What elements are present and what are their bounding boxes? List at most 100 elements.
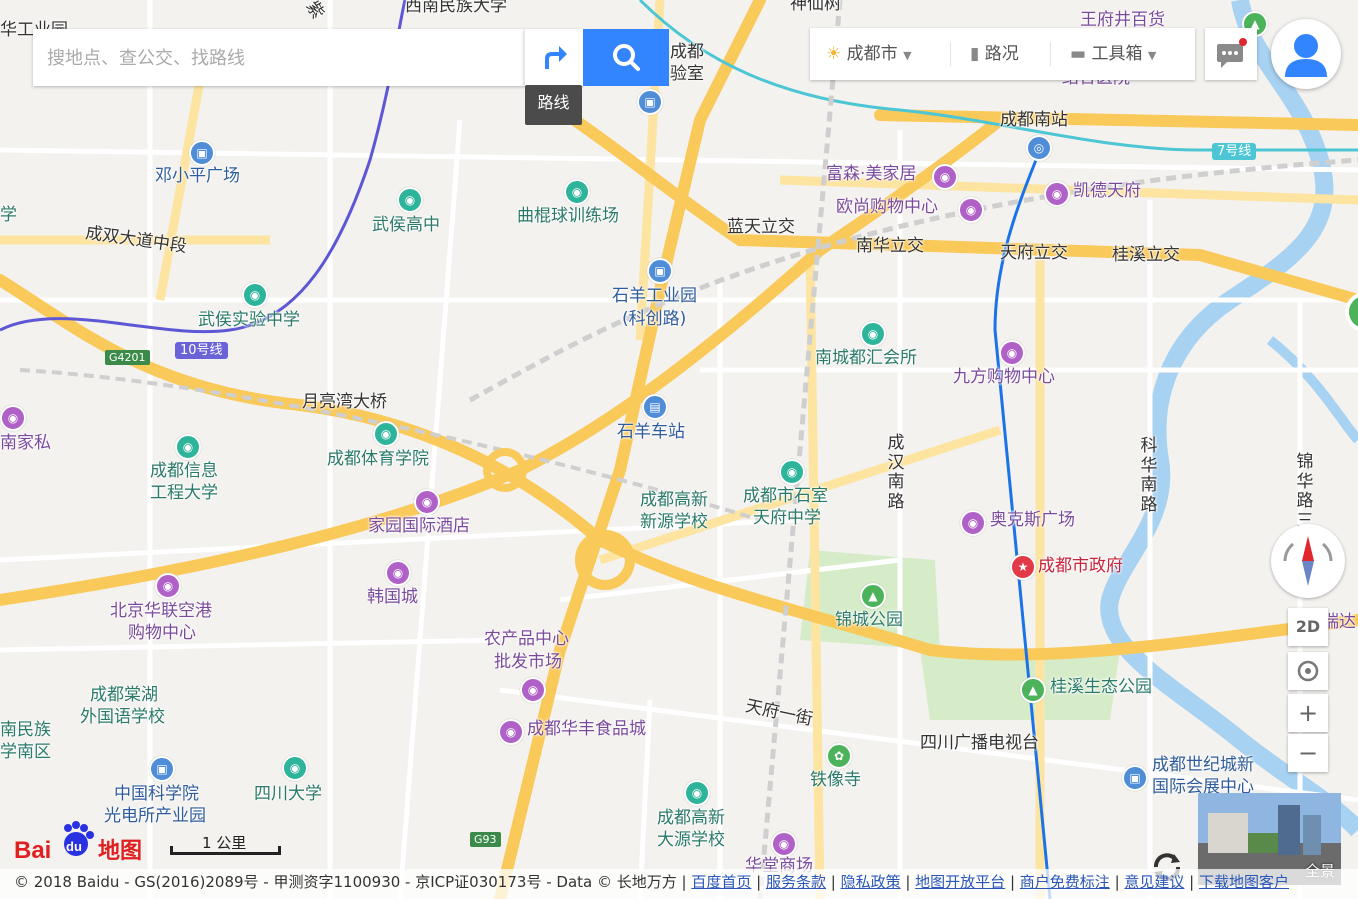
road-label: 蓝天立交	[727, 217, 795, 237]
map-label: 成都	[670, 42, 704, 62]
map-label: 北京华联空港	[110, 601, 212, 621]
poi-pin[interactable]: ◉	[385, 560, 411, 586]
toolbox-button[interactable]: ▬ 工具箱 ▼	[1070, 28, 1156, 80]
gov-pin[interactable]: ★	[1010, 554, 1036, 580]
footer-link-terms[interactable]: 服务条款	[766, 873, 826, 891]
user-avatar-button[interactable]	[1271, 19, 1341, 89]
route-icon	[545, 46, 567, 69]
briefcase-icon: ▬	[1070, 44, 1087, 64]
footer: © 2018 Baidu - GS(2016)2089号 - 甲测资字11009…	[0, 869, 1358, 899]
poi-pin[interactable]: ◉	[999, 340, 1025, 366]
road-label: 月亮湾大桥	[302, 392, 387, 412]
map-label: 学南区	[0, 742, 51, 762]
map-label: 成都高新	[640, 490, 708, 510]
map-label: 中国科学院	[114, 784, 199, 804]
map-label: 富森·美家居	[826, 164, 917, 184]
poi-pin[interactable]: ◉	[932, 164, 958, 190]
search-button[interactable]	[583, 29, 669, 86]
poi-pin[interactable]: ◉	[520, 677, 546, 703]
view-2d-button[interactable]: 2D	[1288, 608, 1328, 646]
message-icon	[1217, 38, 1247, 68]
poi-pin[interactable]: ◉	[155, 573, 181, 599]
metro-badge-10: 10号线	[175, 342, 228, 359]
zoom-in-button[interactable]: +	[1288, 694, 1328, 732]
traffic-light-icon: ▮	[970, 44, 980, 64]
route-button[interactable]	[524, 29, 583, 86]
poi-pin[interactable]: ▣	[189, 140, 215, 166]
poi-pin[interactable]: ◉	[175, 434, 201, 460]
map-label: 批发市场	[494, 652, 562, 672]
footer-link-merchant[interactable]: 商户免费标注	[1020, 873, 1110, 891]
map-label: 成都棠湖	[90, 685, 158, 705]
poi-pin[interactable]: ◉	[860, 321, 886, 347]
bus-station-pin[interactable]: ▤	[642, 394, 668, 420]
scale-line	[170, 852, 280, 855]
map-label: (科创路)	[622, 309, 687, 329]
city-selector[interactable]: ☀ 成都市 ▼	[826, 28, 912, 80]
park-pin[interactable]: ▲	[860, 583, 886, 609]
poi-pin[interactable]: ◉	[564, 179, 590, 205]
poi-pin[interactable]: ◉	[498, 719, 524, 745]
road-label: 天府立交	[1000, 243, 1068, 263]
map-label: 奥克斯广场	[990, 510, 1075, 530]
poi-pin[interactable]: ◉	[1044, 181, 1070, 207]
search-icon	[613, 44, 640, 71]
poi-pin[interactable]: ◉	[771, 831, 797, 857]
map-label: 石羊工业园	[612, 286, 697, 306]
road-label: 科华南路	[1140, 436, 1158, 515]
metro-station-pin[interactable]: ◎	[1026, 135, 1052, 161]
map-label: 成都世纪城新	[1152, 755, 1254, 775]
map-label: 购物中心	[128, 623, 196, 643]
compass-control[interactable]	[1271, 524, 1345, 598]
map-label: 成都体育学院	[327, 449, 429, 469]
copyright-text: © 2018 Baidu - GS(2016)2089号 - 甲测资字11009…	[14, 873, 687, 891]
poi-pin[interactable]: ▣	[647, 258, 673, 284]
zoom-out-button[interactable]: −	[1288, 734, 1328, 772]
traffic-label: 路况	[984, 44, 1019, 64]
poi-pin[interactable]: ▣	[1122, 765, 1148, 791]
poi-pin[interactable]: ◉	[397, 187, 423, 213]
divider	[950, 42, 951, 66]
traffic-button[interactable]: ▮ 路况	[970, 28, 1019, 80]
weather-icon: ☀	[826, 44, 842, 64]
footer-link-feedback[interactable]: 意见建议	[1124, 873, 1184, 891]
road-label: 成汉南路	[887, 433, 905, 512]
map-label: 神仙树	[790, 0, 841, 14]
map-label: 外国语学校	[80, 707, 165, 727]
poi-pin[interactable]: ◉	[414, 489, 440, 515]
scale-label: 1 公里	[202, 834, 247, 852]
poi-pin[interactable]: ◉	[684, 780, 710, 806]
search-input[interactable]	[33, 29, 519, 88]
poi-pin[interactable]: ▣	[637, 89, 663, 115]
map-label: 欧尚购物中心	[836, 197, 938, 217]
poi-pin[interactable]: ◉	[373, 421, 399, 447]
locate-icon	[1297, 660, 1319, 682]
map-label: 西南民族大学	[405, 0, 507, 16]
poi-pin[interactable]: ◉	[958, 197, 984, 223]
metro-badge-7: 7号线	[1212, 143, 1257, 160]
poi-pin[interactable]: ◉	[0, 405, 26, 431]
route-tooltip: 路线	[525, 85, 582, 125]
poi-pin[interactable]: ◉	[960, 510, 986, 536]
search-box	[33, 29, 524, 88]
poi-pin[interactable]: ◉	[779, 459, 805, 485]
baidu-logo-icon: Bai du 地图	[14, 821, 142, 864]
locate-button[interactable]	[1288, 652, 1328, 690]
baidu-map-logo: Bai du 地图	[14, 820, 154, 864]
road-label: 南华立交	[856, 236, 924, 256]
poi-pin[interactable]: ◉	[282, 755, 308, 781]
footer-link-open-platform[interactable]: 地图开放平台	[915, 873, 1005, 891]
map-label: 锦城公园	[835, 610, 903, 630]
poi-pin[interactable]: ▣	[149, 756, 175, 782]
park-pin[interactable]: ▲	[1020, 677, 1046, 703]
map-label: 工程大学	[150, 483, 218, 503]
footer-link-privacy[interactable]: 隐私政策	[841, 873, 901, 891]
temple-pin[interactable]: ✿	[826, 743, 852, 769]
poi-pin[interactable]: ◉	[242, 282, 268, 308]
highway-shield-g4201: G4201	[105, 350, 150, 365]
chevron-down-icon: ▼	[1147, 49, 1157, 62]
footer-link-download[interactable]: 下载地图客户	[1199, 873, 1289, 891]
map-label: 武侯实验中学	[198, 310, 300, 330]
footer-link-baidu-home[interactable]: 百度首页	[691, 873, 751, 891]
message-button[interactable]	[1205, 28, 1257, 80]
